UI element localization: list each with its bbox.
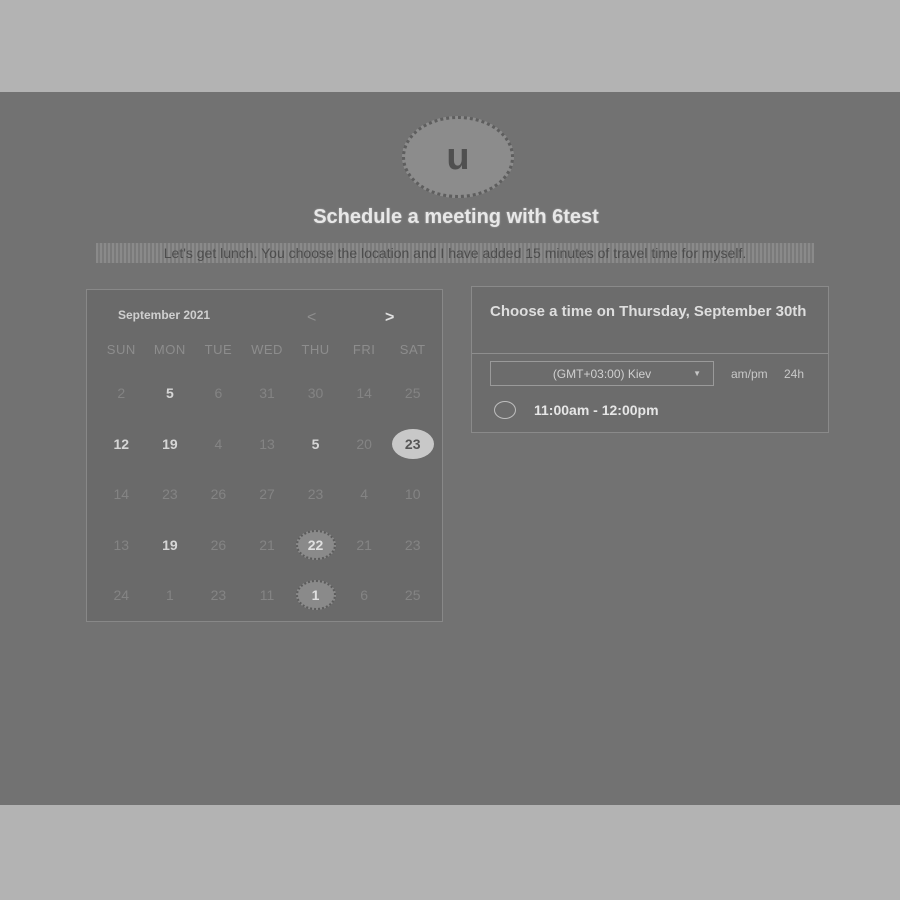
calendar-day-number: 12: [113, 435, 130, 452]
calendar-day-number: 23: [210, 587, 227, 604]
avatar-letter: u: [446, 135, 470, 178]
calendar-day-number: 21: [259, 536, 275, 553]
calendar-day-number: 4: [360, 486, 369, 503]
calendar-day-number: 27: [259, 486, 275, 503]
ampm-format-toggle[interactable]: am/pm: [731, 367, 768, 381]
calendar-day-number: 10: [404, 486, 421, 503]
calendar-day-number: 22: [295, 529, 336, 560]
calendar-day[interactable]: 19: [146, 520, 195, 571]
calendar-day[interactable]: 1: [291, 570, 340, 621]
calendar-day-number: 26: [210, 486, 227, 503]
calendar-day-number: 5: [311, 435, 320, 452]
calendar-day: 23: [291, 469, 340, 520]
calendar-day: 2: [97, 368, 146, 419]
chevron-right-icon[interactable]: >: [385, 309, 394, 327]
time-panel-heading: Choose a time on Thursday, September 30t…: [490, 303, 807, 320]
calendar-day: 6: [194, 368, 243, 419]
calendar-day: 1: [146, 570, 195, 621]
caret-down-icon: ▼: [693, 369, 701, 378]
weekday-label: WED: [251, 342, 283, 357]
calendar-day-number: 14: [113, 486, 130, 503]
calendar-day: 14: [340, 368, 389, 419]
calendar-day-number: 25: [404, 587, 421, 604]
calendar-day: 10: [388, 469, 437, 520]
calendar-day-number: 30: [307, 385, 324, 402]
calendar-day: 31: [243, 368, 292, 419]
calendar-day-number: 14: [356, 385, 372, 402]
calendar-day: 13: [97, 520, 146, 571]
calendar-day: 20: [340, 419, 389, 470]
weekday-label: MON: [153, 342, 186, 357]
calendar-day: 11: [243, 570, 292, 621]
calendar-day-number: 19: [162, 435, 178, 452]
weekday-label: SAT: [399, 342, 426, 357]
calendar-day-number: 1: [165, 587, 174, 604]
calendar-day: 13: [243, 419, 292, 470]
calendar-day: 30: [291, 368, 340, 419]
calendar-day: 25: [388, 368, 437, 419]
meeting-description: Let's get lunch. You choose the location…: [96, 243, 814, 263]
calendar-day: 27: [243, 469, 292, 520]
calendar-day[interactable]: 12: [97, 419, 146, 470]
calendar-day-number: 31: [259, 385, 275, 402]
calendar-day-selected[interactable]: 23: [388, 419, 437, 470]
timezone-select[interactable]: (GMT+03:00) Kiev ▼: [490, 361, 714, 386]
calendar-day: 14: [97, 469, 146, 520]
weekday-label: FRI: [352, 342, 376, 357]
calendar-day-number: 26: [210, 536, 227, 553]
calendar-day: 21: [243, 520, 292, 571]
calendar-day: 6: [340, 570, 389, 621]
calendar-day: 23: [388, 520, 437, 571]
calendar-day-number: 2: [117, 385, 126, 402]
calendar-day-number: 13: [259, 435, 275, 452]
divider: [472, 353, 828, 354]
weekday-label: THU: [301, 342, 330, 357]
calendar-day-number: 23: [391, 428, 434, 459]
calendar-day-number: 1: [295, 580, 336, 611]
calendar-day: 21: [340, 520, 389, 571]
avatar: u: [402, 116, 514, 198]
calendar-day-number: 25: [404, 385, 421, 402]
time-selection-panel: Choose a time on Thursday, September 30t…: [471, 286, 829, 433]
calendar-day: 4: [194, 419, 243, 470]
calendar-days-grid: 2 5 6 31 30 14 25 12 19 4 13 5 20 23 14 23 26 27 23 4 10 13 19…: [97, 368, 437, 621]
calendar-day[interactable]: 5: [291, 419, 340, 470]
calendar-day: 26: [194, 469, 243, 520]
page-title: Schedule a meeting with 6test: [313, 206, 599, 228]
calendar-day-number: 6: [360, 587, 369, 604]
calendar-day-number: 21: [356, 536, 372, 553]
calendar-day: 4: [340, 469, 389, 520]
calendar-day-number: 11: [259, 587, 275, 604]
calendar-day-number: 24: [113, 587, 130, 604]
timezone-value: (GMT+03:00) Kiev: [552, 366, 652, 381]
calendar-day[interactable]: 22: [291, 520, 340, 571]
calendar-day: 26: [194, 520, 243, 571]
weekday-header: SUN MON TUE WED THU FRI SAT: [97, 342, 437, 357]
24h-format-toggle[interactable]: 24h: [784, 367, 804, 381]
calendar-day-number: 5: [165, 385, 174, 402]
calendar-panel: September 2021 < > SUN MON TUE WED THU FRI SAT…: [86, 289, 443, 622]
calendar-day-number: 19: [162, 536, 178, 553]
time-slot-radio[interactable]: [494, 401, 516, 419]
calendar-day-number: 6: [214, 385, 223, 402]
chevron-left-icon[interactable]: <: [307, 309, 316, 327]
calendar-day[interactable]: 19: [146, 419, 195, 470]
calendar-day: 25: [388, 570, 437, 621]
calendar-day-number: 13: [113, 536, 130, 553]
calendar-day-number: 23: [307, 486, 324, 503]
calendar-day: 23: [146, 469, 195, 520]
calendar-day: 23: [194, 570, 243, 621]
time-slot-label[interactable]: 11:00am - 12:00pm: [534, 402, 659, 418]
calendar-month-label: September 2021: [118, 308, 211, 322]
calendar-day-number: 4: [214, 435, 223, 452]
calendar-day: 24: [97, 570, 146, 621]
weekday-label: SUN: [106, 342, 136, 357]
calendar-day-number: 23: [162, 486, 178, 503]
calendar-day-number: 23: [404, 536, 421, 553]
calendar-day[interactable]: 5: [146, 368, 195, 419]
weekday-label: TUE: [204, 342, 233, 357]
calendar-day-number: 20: [356, 435, 372, 452]
